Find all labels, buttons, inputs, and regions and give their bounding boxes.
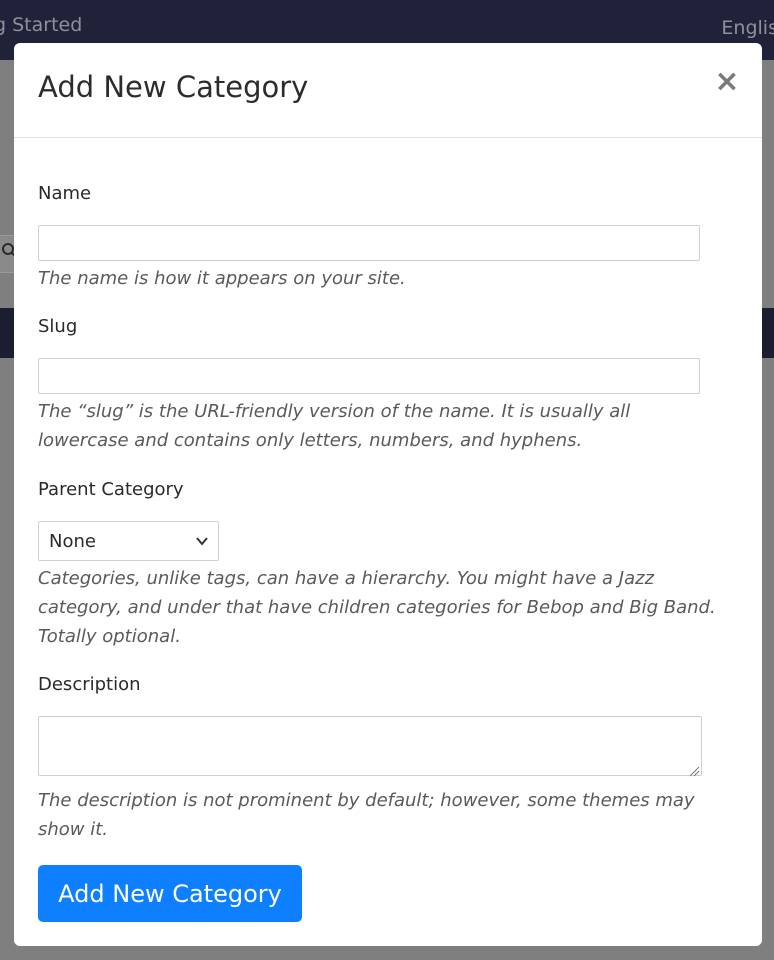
chevron-down-icon <box>195 533 209 547</box>
add-category-modal: Add New Category × Name The name is how … <box>14 43 762 946</box>
modal-header: Add New Category × <box>14 43 762 138</box>
name-help-text: The name is how it appears on your site. <box>38 268 406 289</box>
slug-help-text: The “slug” is the URL-friendly version o… <box>38 401 631 451</box>
modal-title: Add New Category <box>38 70 309 104</box>
add-new-category-button[interactable]: Add New Category <box>38 865 302 922</box>
description-help-text: The description is not prominent by defa… <box>38 790 695 840</box>
background-nav-text: g Started <box>0 14 83 36</box>
description-label: Description <box>38 674 141 695</box>
resize-handle-icon[interactable] <box>688 762 700 777</box>
description-textarea[interactable] <box>38 716 702 777</box>
parent-category-help-text: Categories, unlike tags, can have a hier… <box>38 568 716 647</box>
parent-category-label: Parent Category <box>38 479 184 500</box>
parent-category-selected-value: None <box>49 531 96 552</box>
name-label: Name <box>38 183 92 204</box>
close-button[interactable]: × <box>714 67 740 97</box>
parent-category-select[interactable]: None <box>38 521 219 561</box>
background-language-text: Englis <box>721 17 774 39</box>
slug-input[interactable] <box>38 358 700 394</box>
slug-label: Slug <box>38 316 78 337</box>
name-input[interactable] <box>38 225 700 261</box>
